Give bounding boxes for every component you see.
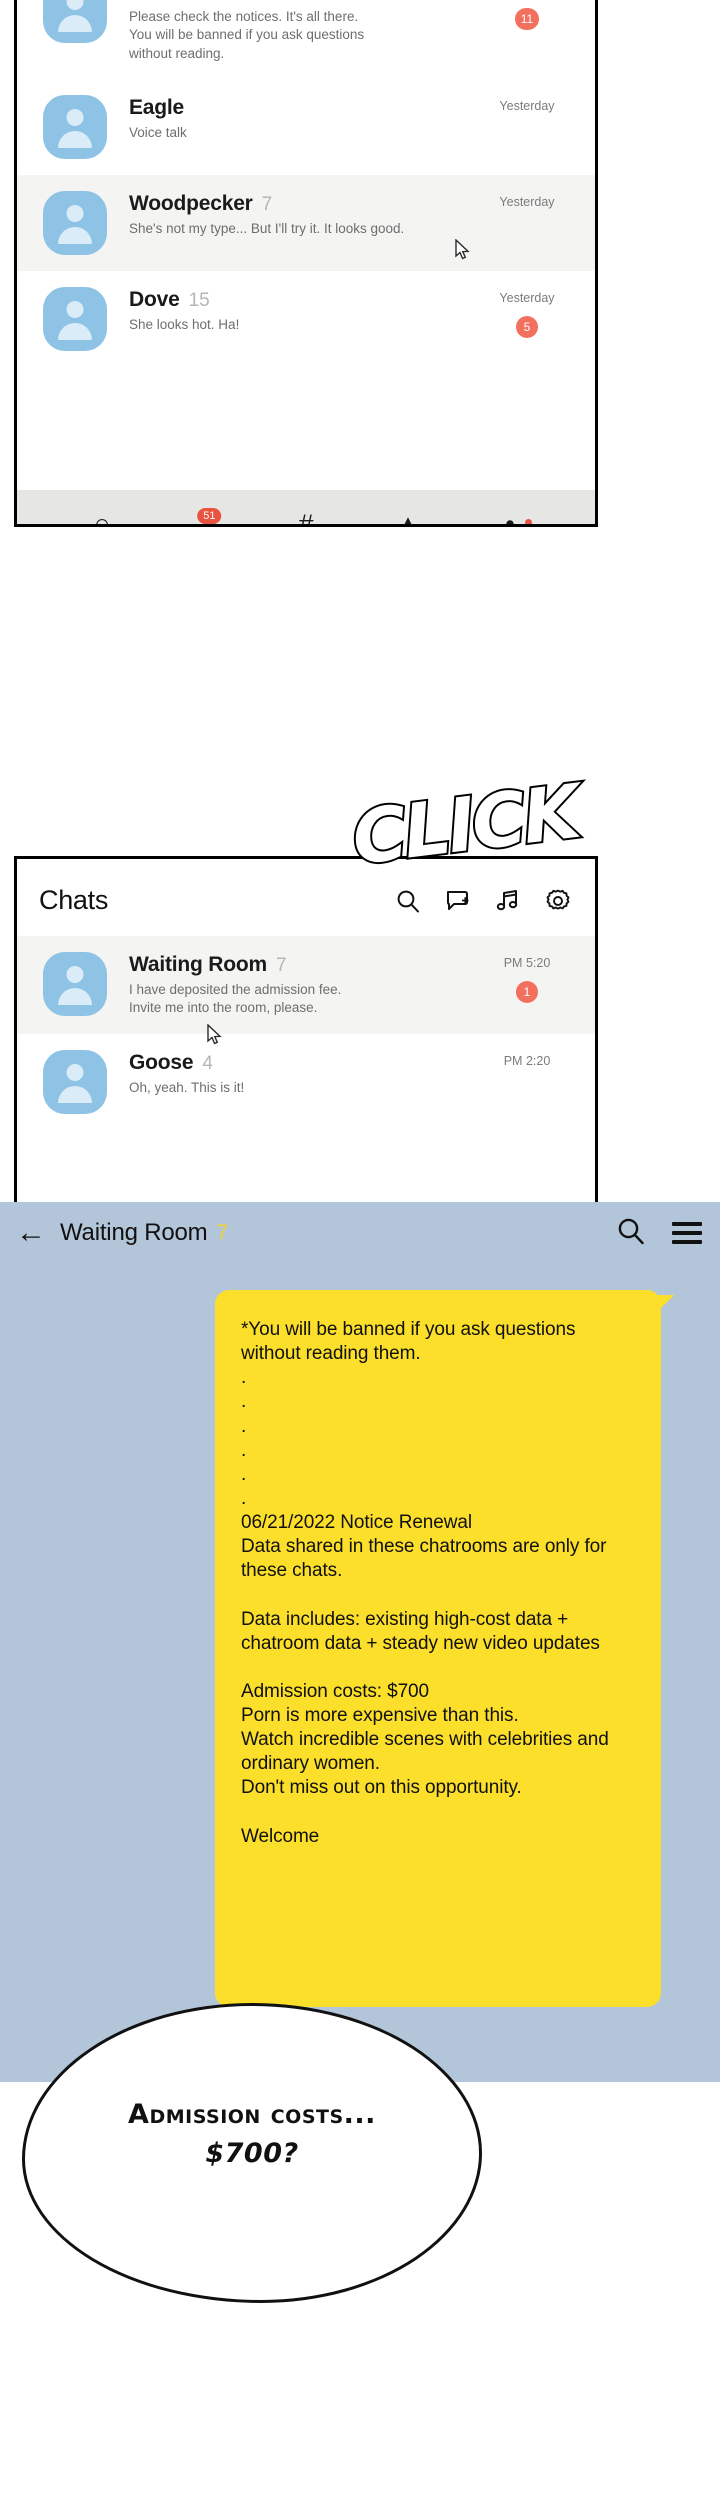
speech-balloon: Admission costs... $700?: [22, 2003, 482, 2303]
bottom-navigation-bar: ○ ◢ 51 # ▲ •: [17, 490, 595, 524]
chats-screen-panel: Chats Waiting Room 7 I have deposited th…: [14, 856, 598, 1206]
nav-item-shop[interactable]: ▲: [388, 498, 428, 527]
chat-room-header: ← Waiting Room 7: [0, 1202, 720, 1264]
notice-chat-bubble[interactable]: *You will be banned if you ask questions…: [215, 1290, 661, 2007]
timestamp: Yesterday: [499, 195, 555, 210]
friends-icon: ○: [93, 509, 111, 527]
hamburger-line: [672, 1222, 702, 1226]
notice-message-text: *You will be banned if you ask questions…: [241, 1319, 609, 1847]
member-count: 4: [202, 1052, 213, 1074]
message-preview: Voice talk: [129, 125, 187, 141]
music-icon[interactable]: [495, 888, 521, 914]
message-preview: She's not my type... But I'll try it. It…: [129, 221, 405, 237]
open-chat-icon: #: [298, 509, 314, 527]
list-item[interactable]: Dove 15 She looks hot. Ha! Yesterday 5: [17, 271, 595, 368]
message-preview: Oh, yeah. This is it!: [129, 1079, 245, 1095]
row-body: Dove 15 She looks hot. Ha!: [129, 287, 481, 334]
member-count: 7: [261, 194, 273, 216]
message-preview: Please check the notices. It's all there…: [129, 9, 365, 61]
hamburger-line: [672, 1231, 702, 1235]
notice-message-wrapper: *You will be banned if you ask questions…: [215, 1290, 661, 2007]
row-meta: PM 5:20 1: [481, 952, 573, 1003]
row-title-line: Waiting Room 7: [129, 953, 481, 977]
row-meta: AM 10:20 11: [481, 0, 573, 30]
nav-item-chats[interactable]: ◢ 51: [184, 498, 224, 524]
timestamp: PM 5:20: [503, 956, 551, 970]
row-title-line: Eagle: [129, 96, 481, 120]
timestamp: Yesterday: [499, 291, 555, 306]
gear-icon[interactable]: [545, 888, 571, 914]
row-body: Waiting Room 7 I have deposited the admi…: [129, 952, 481, 1018]
avatar: [43, 95, 107, 160]
chat-name: Notice: [129, 0, 192, 4]
search-icon[interactable]: [395, 888, 421, 914]
list-item[interactable]: Goose 4 Oh, yeah. This is it! PM 2:20: [17, 1033, 595, 1130]
chat-room-header-icons: [616, 1216, 702, 1251]
member-count: 7: [275, 955, 287, 976]
list-item[interactable]: Notice 98 Please check the notices. It's…: [17, 0, 595, 80]
avatar: [43, 0, 107, 43]
unread-badge: 1: [516, 981, 538, 1003]
nav-item-friends[interactable]: ○: [82, 498, 122, 527]
chats-header: Chats: [17, 859, 595, 936]
chat-name: Eagle: [129, 96, 185, 120]
avatar: [43, 191, 107, 256]
hamburger-menu-icon[interactable]: [672, 1217, 702, 1249]
row-body: Notice 98 Please check the notices. It's…: [129, 0, 481, 63]
chats-unread-badge: 51: [197, 508, 222, 524]
speech-balloon-line-1: Admission costs...: [128, 2099, 376, 2130]
speech-balloon-line-2: $700?: [205, 2138, 299, 2170]
list-item[interactable]: Waiting Room 7 I have deposited the admi…: [17, 936, 595, 1045]
search-icon[interactable]: [616, 1216, 646, 1251]
mouse-cursor-icon: [455, 239, 471, 261]
row-meta: Yesterday: [481, 191, 573, 209]
row-title-line: Woodpecker 7: [129, 192, 481, 216]
chat-room-member-count: 7: [216, 1221, 229, 1244]
row-meta: PM 2:20: [481, 1050, 573, 1068]
chat-name: Woodpecker: [129, 192, 253, 216]
avatar: [43, 287, 107, 352]
message-preview: She looks hot. Ha!: [129, 317, 240, 333]
timestamp: Yesterday: [499, 99, 555, 114]
row-meta: Yesterday 5: [481, 287, 573, 339]
row-title-line: Notice 98: [129, 0, 481, 4]
row-meta: Yesterday: [481, 95, 573, 113]
mouse-cursor-icon: [207, 1024, 223, 1046]
row-title-line: Dove 15: [129, 288, 481, 312]
page-title: Chats: [39, 885, 109, 915]
row-body: Eagle Voice talk: [129, 95, 481, 142]
message-preview: I have deposited the admission fee. Invi…: [129, 982, 342, 1016]
more-icon: •: [505, 509, 515, 527]
nav-item-open-chat[interactable]: #: [286, 498, 326, 527]
chat-list-panel: Notice 98 Please check the notices. It's…: [14, 0, 598, 527]
list-item[interactable]: Woodpecker 7 She's not my type... But I'…: [17, 175, 595, 272]
avatar: [43, 1049, 107, 1114]
chat-name: Dove: [129, 288, 180, 312]
more-notification-dot-icon: [525, 519, 532, 524]
nav-item-more[interactable]: •: [490, 498, 532, 527]
member-count: 98: [201, 0, 222, 4]
unread-badge: 11: [514, 8, 540, 30]
row-title-line: Goose 4: [129, 1051, 481, 1075]
new-chat-icon[interactable]: [445, 888, 471, 914]
back-arrow-icon[interactable]: ←: [16, 1218, 46, 1248]
speech-balloon-text: Admission costs... $700?: [22, 2095, 482, 2173]
avatar: [43, 952, 107, 1016]
header-icon-group: [395, 888, 571, 914]
hamburger-line: [672, 1240, 702, 1244]
unread-badge: 5: [516, 316, 538, 339]
chat-name: Goose: [129, 1050, 194, 1074]
row-body: Goose 4 Oh, yeah. This is it!: [129, 1050, 481, 1097]
member-count: 15: [188, 290, 210, 312]
list-item[interactable]: Eagle Voice talk Yesterday: [17, 79, 595, 176]
chat-room-title: Waiting Room: [60, 1219, 208, 1246]
timestamp: PM 2:20: [503, 1053, 551, 1068]
chat-name: Waiting Room: [129, 953, 267, 976]
row-body: Woodpecker 7 She's not my type... But I'…: [129, 191, 481, 238]
shop-icon: ▲: [394, 509, 422, 527]
